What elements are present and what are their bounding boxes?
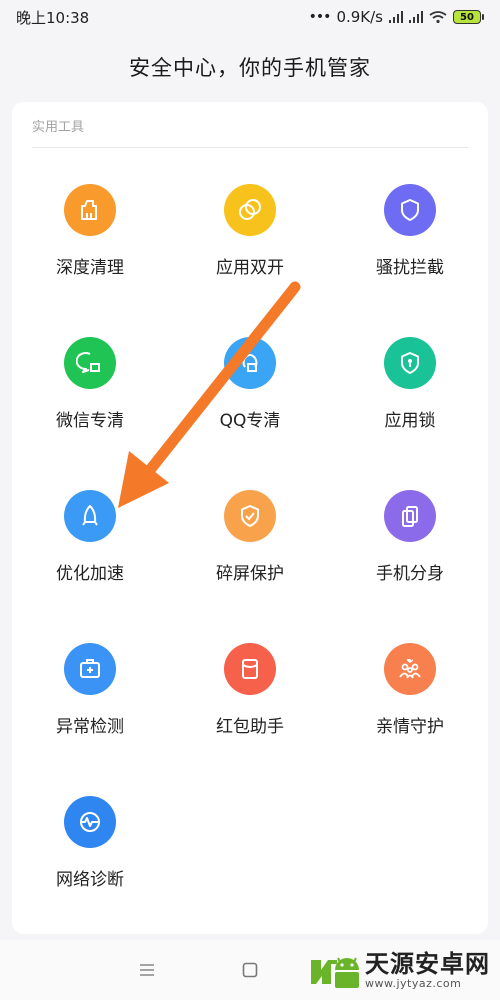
- tool-optimize[interactable]: 优化加速: [12, 490, 168, 610]
- dual-circle-icon: [224, 184, 276, 236]
- home-square-icon[interactable]: [235, 958, 265, 982]
- broom-icon: [64, 184, 116, 236]
- divider: [32, 147, 468, 148]
- signal-icon: [389, 11, 403, 23]
- rocket-icon: [64, 490, 116, 542]
- tool-dual-apps[interactable]: 应用双开: [172, 184, 328, 304]
- signal-icon: [409, 11, 423, 23]
- qq-clean-icon: [224, 337, 276, 389]
- wechat-clean-icon: [64, 337, 116, 389]
- tools-card: 实用工具 深度清理 应用双开 骚扰拦截 微信专清 QQ专清 应用锁 优化加速 碎…: [12, 102, 488, 934]
- tool-label: 异常检测: [56, 717, 124, 737]
- tool-phone-clone[interactable]: 手机分身: [332, 490, 488, 610]
- lock-shield-icon: [384, 337, 436, 389]
- shield-icon: [384, 184, 436, 236]
- section-label: 实用工具: [32, 120, 85, 135]
- tool-label: 网络诊断: [56, 870, 124, 890]
- tool-label: 应用锁: [384, 411, 436, 431]
- watermark: 天源安卓网 www.jytyaz.com: [305, 944, 495, 998]
- tool-deep-clean[interactable]: 深度清理: [12, 184, 168, 304]
- battery-icon: 50: [453, 10, 481, 24]
- phone-clone-icon: [384, 490, 436, 542]
- tool-label: 红包助手: [216, 717, 284, 737]
- tool-network-diagnose[interactable]: 网络诊断: [12, 796, 168, 916]
- tool-app-lock[interactable]: 应用锁: [332, 337, 488, 457]
- tool-family-guard[interactable]: 亲情守护: [332, 643, 488, 763]
- tool-label: QQ专清: [219, 411, 281, 431]
- tool-harass-block[interactable]: 骚扰拦截: [332, 184, 488, 304]
- tool-label: 骚扰拦截: [376, 258, 444, 278]
- tool-label: 碎屏保护: [216, 564, 284, 584]
- tool-screen-protect[interactable]: 碎屏保护: [172, 490, 328, 610]
- network-speed: 0.9K/s: [336, 8, 383, 26]
- red-envelope-icon: [224, 643, 276, 695]
- tool-anomaly-detect[interactable]: 异常检测: [12, 643, 168, 763]
- status-bar: 晚上10:38 ••• 0.9K/s 50: [0, 0, 500, 34]
- watermark-url: www.jytyaz.com: [365, 977, 462, 990]
- status-indicators: ••• 0.9K/s 50: [309, 8, 484, 26]
- battery-indicator: 50: [453, 10, 484, 24]
- menu-icon[interactable]: [132, 958, 162, 982]
- tool-label: 微信专清: [56, 411, 124, 431]
- screen-shield-icon: [224, 490, 276, 542]
- tool-label: 亲情守护: [376, 717, 444, 737]
- tool-label: 优化加速: [56, 564, 124, 584]
- tool-label: 应用双开: [216, 258, 284, 278]
- more-dots-icon: •••: [308, 9, 332, 25]
- tool-label: 深度清理: [56, 258, 124, 278]
- watermark-title: 天源安卓网: [365, 950, 490, 978]
- tool-red-envelope[interactable]: 红包助手: [172, 643, 328, 763]
- tool-wechat-clean[interactable]: 微信专清: [12, 337, 168, 457]
- medical-kit-icon: [64, 643, 116, 695]
- network-pulse-icon: [64, 796, 116, 848]
- page-title: 安全中心，你的手机管家: [129, 56, 371, 80]
- tool-qq-clean[interactable]: QQ专清: [172, 337, 328, 457]
- family-icon: [384, 643, 436, 695]
- wifi-icon: [429, 11, 447, 23]
- status-time: 晚上10:38: [16, 8, 90, 27]
- tool-label: 手机分身: [376, 564, 444, 584]
- android-logo-icon: [311, 957, 359, 988]
